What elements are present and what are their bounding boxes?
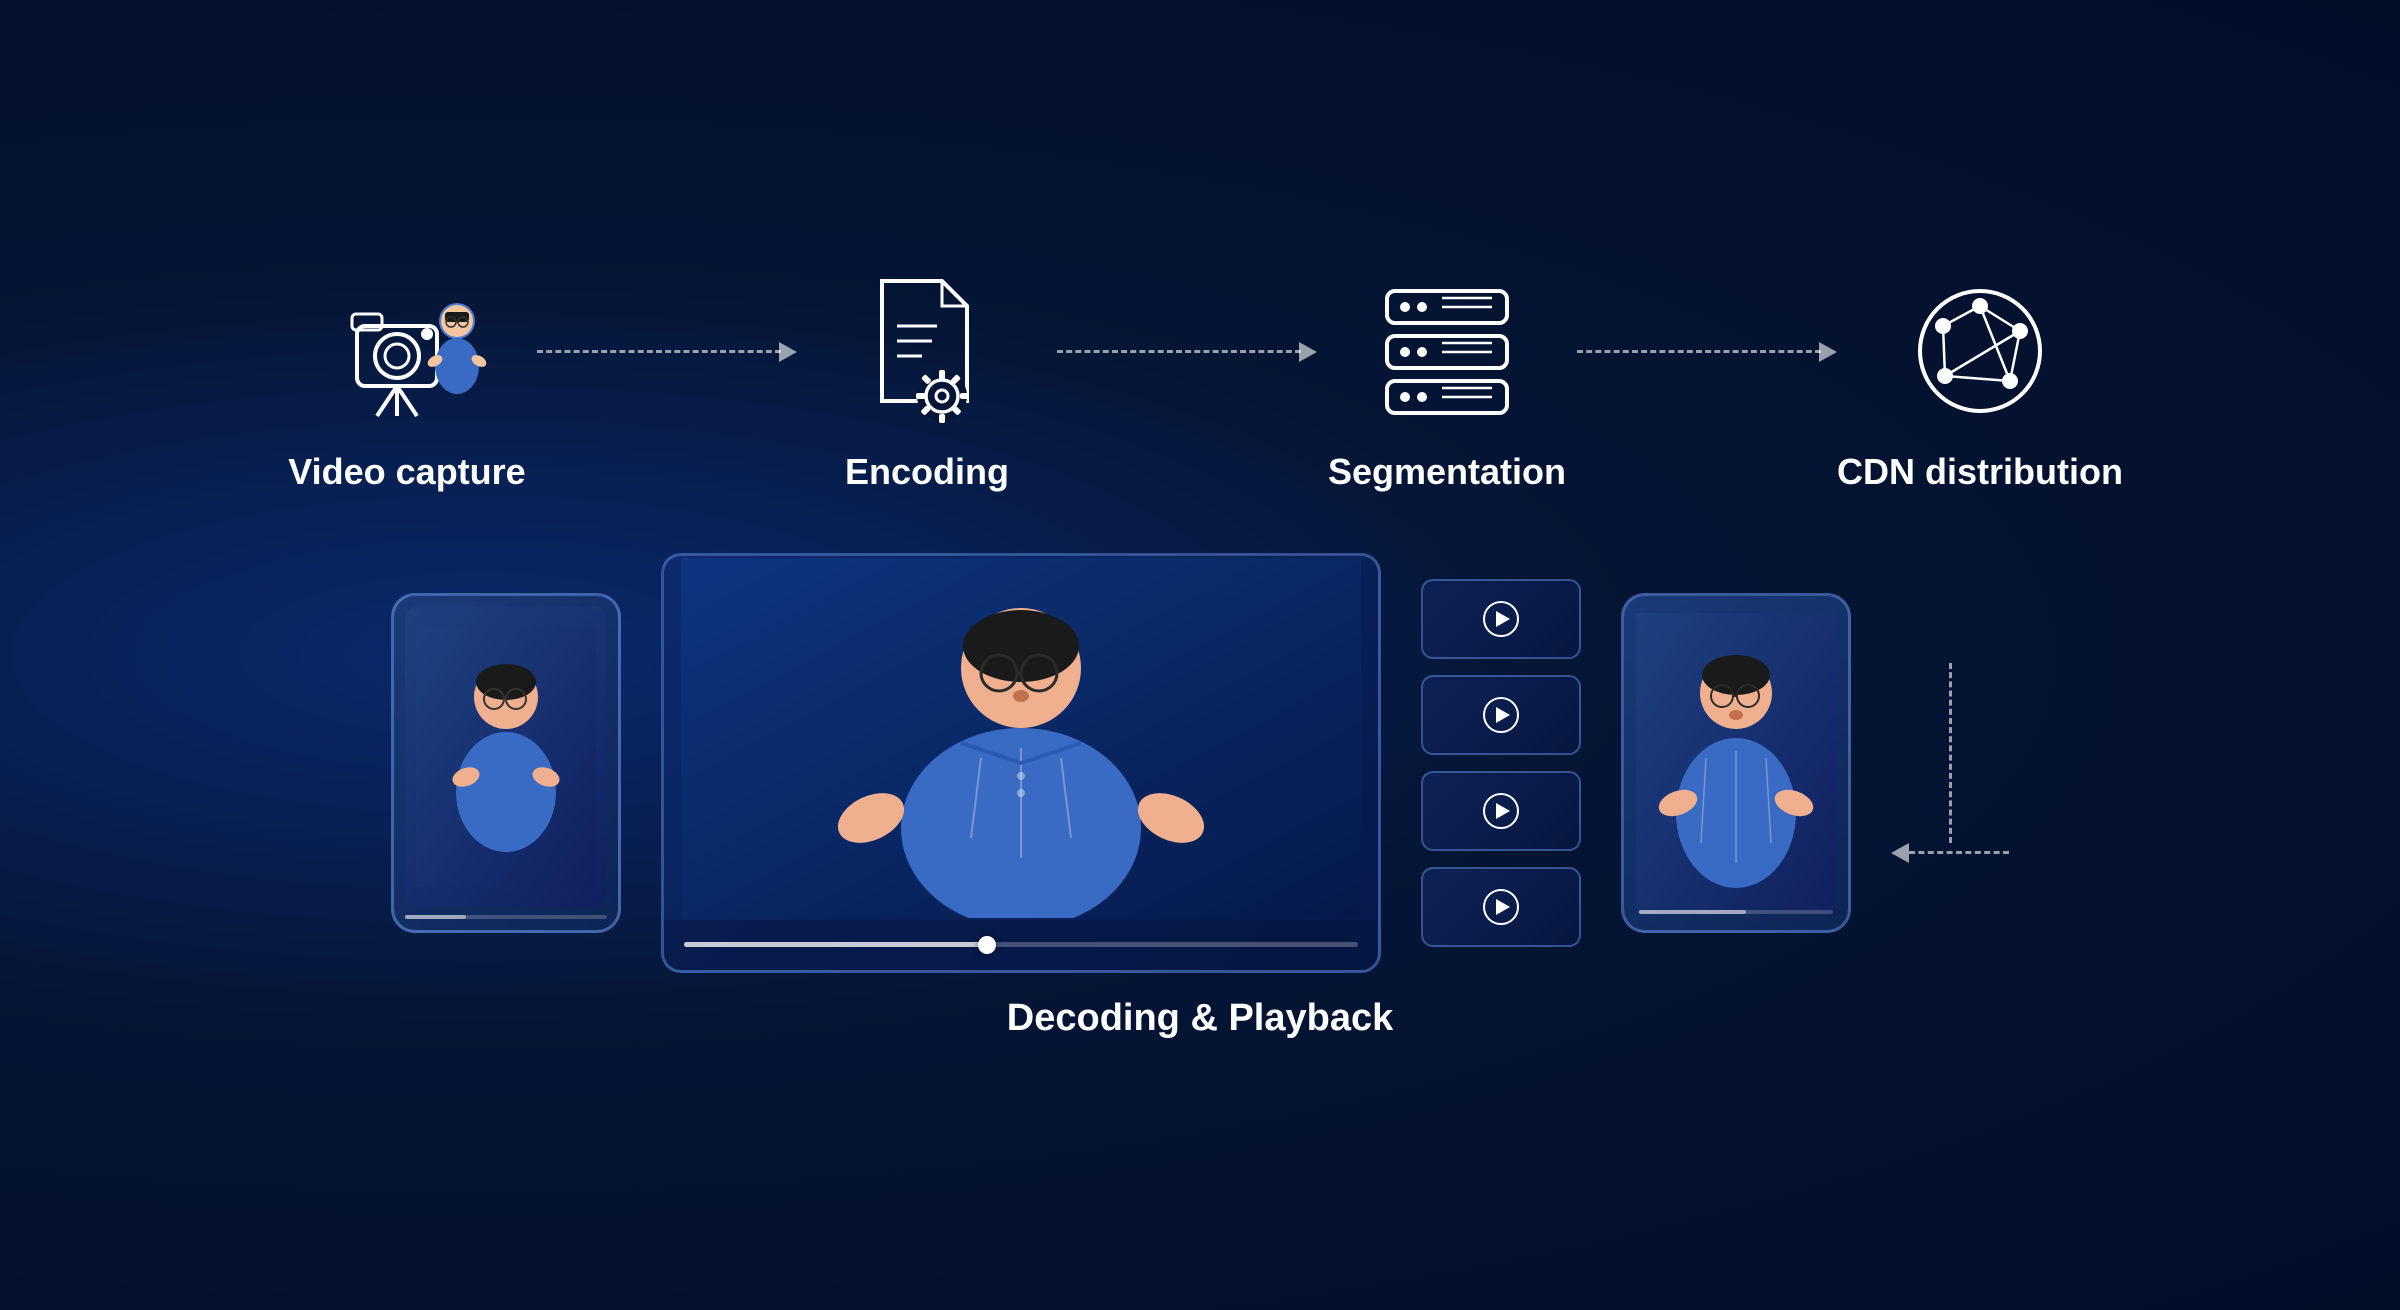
arrow-3	[1577, 342, 1837, 362]
play-icon-3	[1496, 803, 1510, 819]
horizontal-left-arrow	[1891, 843, 2009, 863]
segmentation-label: Segmentation	[1328, 451, 1566, 493]
vertical-dashed-line	[1949, 663, 1952, 843]
dashed-line-2	[1057, 350, 1301, 353]
playlist-item-1[interactable]	[1421, 579, 1581, 659]
pipeline-step-cdn: CDN distribution	[1837, 271, 2123, 493]
left-phone-device	[391, 593, 621, 933]
pipeline-step-segmentation: Segmentation	[1317, 271, 1577, 493]
play-icon-2	[1496, 707, 1510, 723]
arrow-head-2	[1299, 342, 1317, 362]
progress-fill	[684, 942, 987, 947]
arrow-2	[1057, 342, 1317, 362]
cdn-label: CDN distribution	[1837, 451, 2123, 493]
player-progress-bar[interactable]	[664, 920, 1378, 970]
right-phone-device	[1621, 593, 1851, 933]
encoding-label: Encoding	[845, 451, 1009, 493]
dashed-line-1	[537, 350, 781, 353]
player-content	[664, 556, 1378, 920]
play-button-2[interactable]	[1483, 697, 1519, 733]
horizontal-dashed-right	[1909, 851, 2009, 854]
segmentation-icon	[1367, 271, 1527, 431]
playlist-item-3[interactable]	[1421, 771, 1581, 851]
playlist-item-4[interactable]	[1421, 867, 1581, 947]
playlist-column	[1421, 579, 1581, 947]
pipeline-step-video-capture: Video capture	[277, 271, 537, 493]
encoding-icon	[847, 271, 1007, 431]
play-button-4[interactable]	[1483, 889, 1519, 925]
pipeline-row: Video capture	[80, 271, 2320, 493]
main-video-player	[661, 553, 1381, 973]
bottom-content: Decoding & Playback	[80, 553, 2320, 1040]
main-container: Video capture	[0, 0, 2400, 1310]
progress-thumb[interactable]	[978, 936, 996, 954]
progress-track[interactable]	[684, 942, 1358, 947]
play-icon-1	[1496, 611, 1510, 627]
bottom-players-row	[80, 553, 2320, 973]
video-capture-icon	[327, 271, 487, 431]
decoding-playback-label: Decoding & Playback	[1007, 997, 1393, 1040]
cdn-vertical-connection	[1891, 663, 2009, 863]
dashed-line-3	[1577, 350, 1821, 353]
arrow-head-3	[1819, 342, 1837, 362]
play-button-3[interactable]	[1483, 793, 1519, 829]
cdn-icon	[1900, 271, 2060, 431]
video-capture-label: Video capture	[288, 451, 525, 493]
play-icon-4	[1496, 899, 1510, 915]
right-cdn-area	[1891, 663, 2009, 863]
arrow-1	[537, 342, 797, 362]
playlist-item-2[interactable]	[1421, 675, 1581, 755]
arrow-head-1	[779, 342, 797, 362]
left-phone-screen	[405, 606, 607, 907]
play-button-1[interactable]	[1483, 601, 1519, 637]
pipeline-step-encoding: Encoding	[797, 271, 1057, 493]
arrow-left-head	[1891, 843, 1909, 863]
